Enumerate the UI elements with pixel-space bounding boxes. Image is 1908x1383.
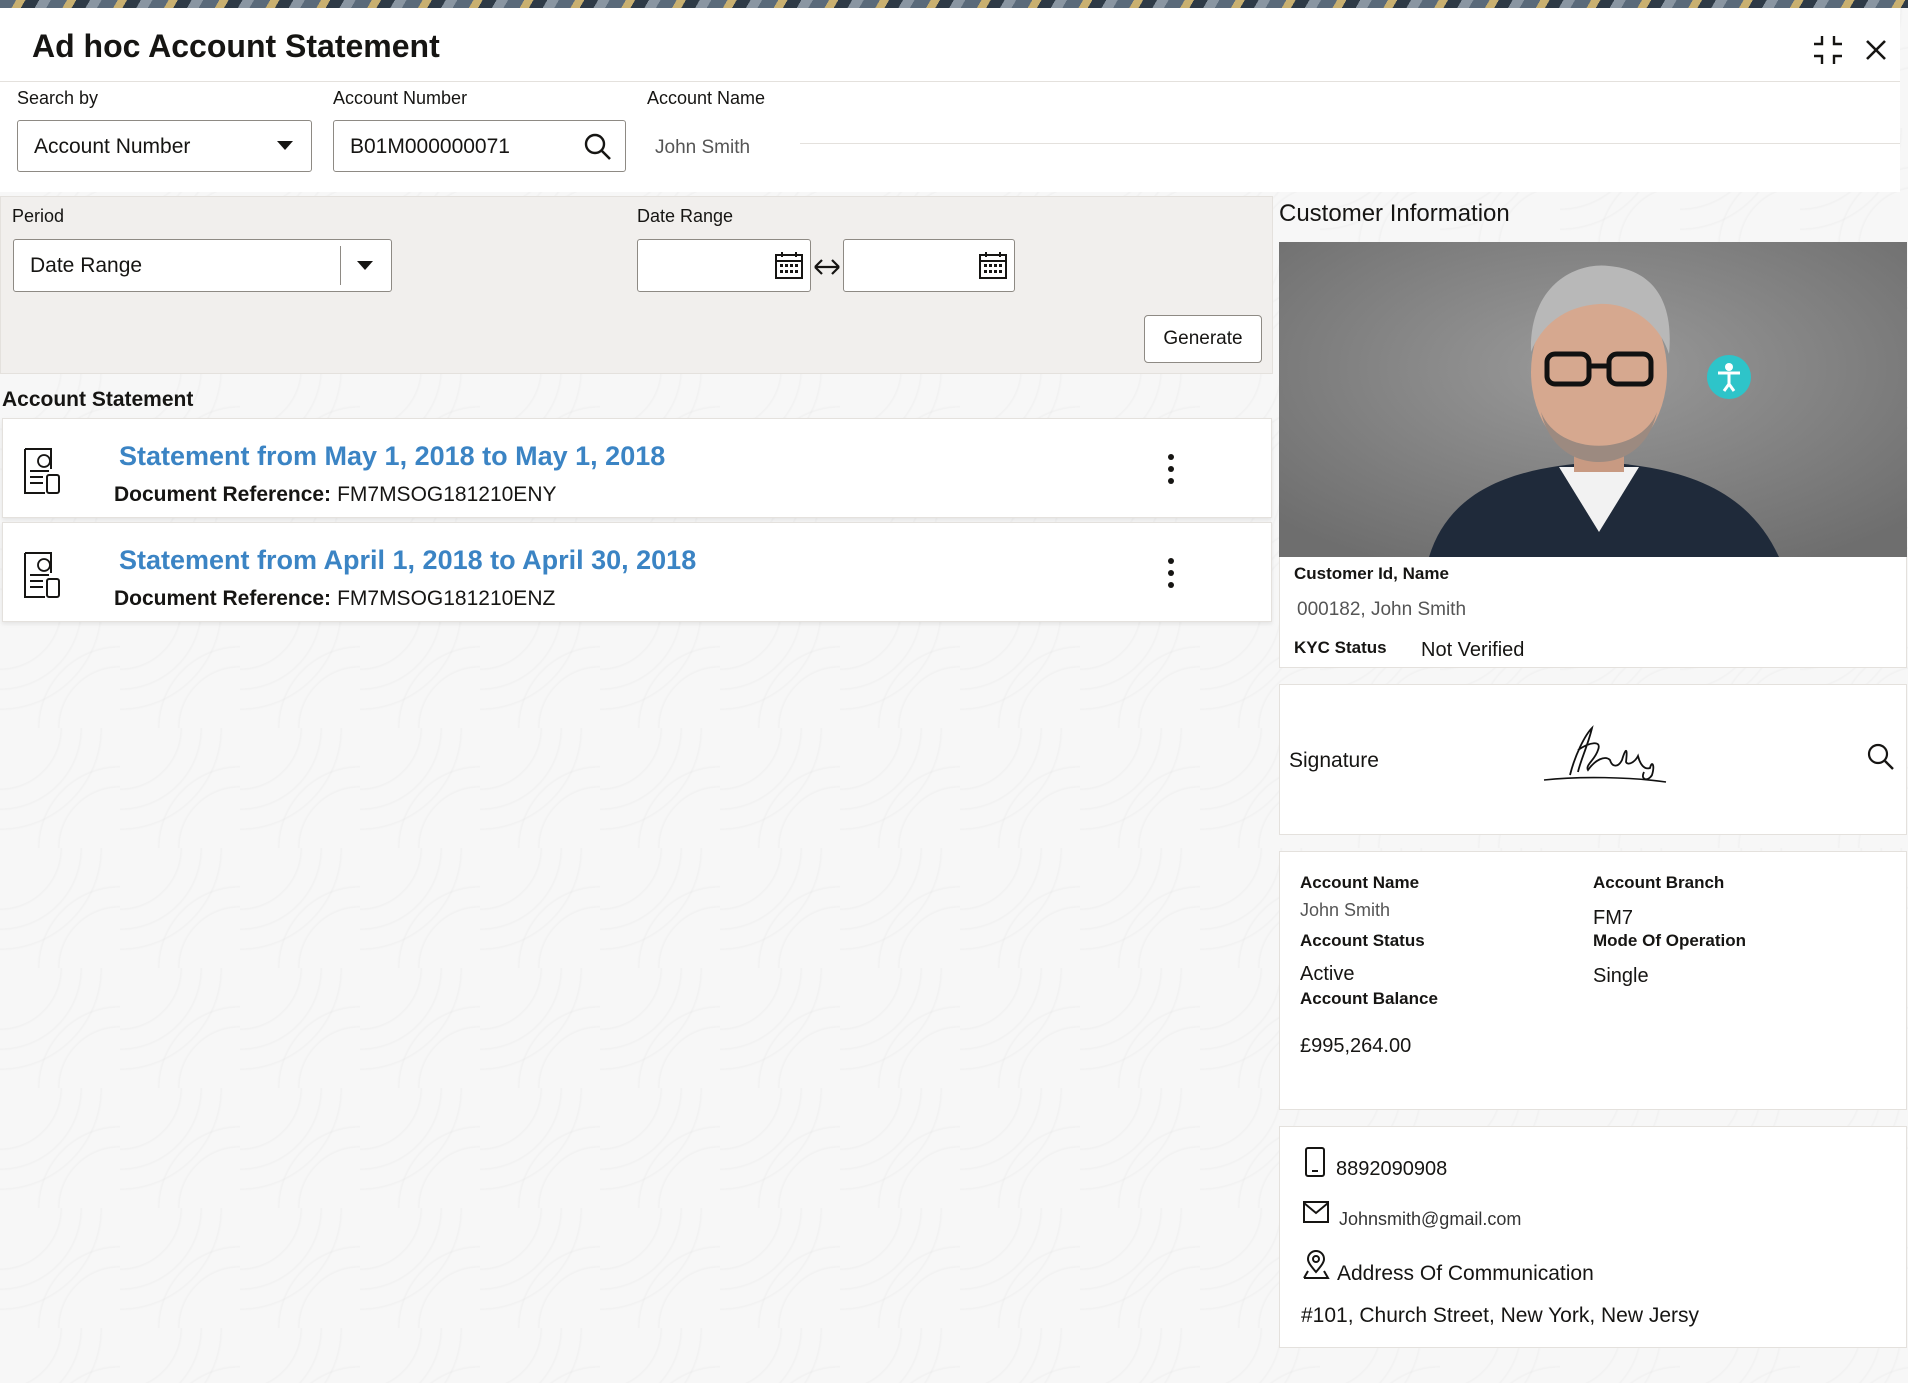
mode-of-operation-label: Mode Of Operation [1593,931,1746,950]
close-icon[interactable] [1858,32,1894,68]
date-range-label: Date Range [637,206,734,226]
search-by-label: Search by [17,88,99,108]
statement-document-icon [24,448,60,494]
statement-document-icon [24,552,60,598]
account-number-label: Account Number [333,88,468,108]
account-name-value: John Smith [655,137,751,158]
email-icon [1303,1201,1329,1223]
period-label: Period [12,206,65,226]
calendar-icon[interactable] [978,250,1008,280]
accessibility-icon[interactable] [1706,354,1752,400]
range-arrow-icon [814,259,840,275]
period-select[interactable]: Date Range [13,239,392,292]
account-name-detail-label: Account Name [1300,873,1420,892]
to-date-input[interactable] [843,239,1015,292]
account-branch-value: FM7 [1593,907,1633,929]
doc-ref-label: Document Reference: [114,587,332,610]
customer-id-name-value: 000182, John Smith [1297,599,1467,620]
account-name-label: Account Name [647,88,766,108]
caret-down-icon [357,261,373,270]
mode-of-operation-value: Single [1593,965,1649,987]
customer-id-name-label: Customer Id, Name [1294,564,1449,583]
customer-portrait-image [1279,242,1907,557]
account-balance-label: Account Balance [1300,989,1438,1008]
account-balance-value: £995,264.00 [1300,1035,1412,1057]
phone-icon [1305,1147,1325,1177]
customer-photo [1279,242,1907,557]
document-reference: Document Reference: FM7MSOG181210ENZ [114,587,555,611]
kyc-status-label: KYC Status [1294,638,1387,657]
account-number-input[interactable]: B01M000000071 [333,120,626,172]
calendar-icon[interactable] [774,250,804,280]
statement-link[interactable]: Statement from April 1, 2018 to April 30… [119,545,696,576]
search-by-select[interactable]: Account Number [17,120,312,172]
doc-ref-value: FM7MSOG181210ENZ [337,587,556,610]
window-header: Ad hoc Account Statement [0,8,1900,82]
top-banner-strip [0,0,1908,8]
statement-link[interactable]: Statement from May 1, 2018 to May 1, 201… [119,441,665,472]
doc-ref-value: FM7MSOG181210ENY [337,483,557,506]
account-branch-label: Account Branch [1593,873,1725,892]
document-reference: Document Reference: FM7MSOG181210ENY [114,483,557,507]
address-value: #101, Church Street, New York, New Jersy [1301,1304,1700,1327]
search-by-value: Account Number [34,135,191,158]
email-value[interactable]: Johnsmith@gmail.com [1339,1209,1521,1230]
phone-value: 8892090908 [1336,1158,1448,1180]
account-status-label: Account Status [1300,931,1425,950]
statement-card: Statement from April 1, 2018 to April 30… [2,522,1272,622]
search-icon[interactable] [583,132,613,162]
statement-card: Statement from May 1, 2018 to May 1, 201… [2,418,1272,518]
divider [800,143,1900,144]
address-of-communication-label: Address Of Communication [1337,1262,1594,1285]
location-pin-icon [1303,1250,1330,1279]
from-date-input[interactable] [637,239,811,292]
kyc-status-value: Not Verified [1421,639,1525,661]
page-title: Ad hoc Account Statement [32,28,440,64]
period-value: Date Range [30,254,143,277]
more-options-icon[interactable] [1151,553,1191,593]
collapse-icon[interactable] [1810,32,1846,68]
account-number-value: B01M000000071 [350,135,510,158]
signature-image [1543,725,1667,783]
account-statement-title: Account Statement [2,388,194,411]
signature-label: Signature [1289,749,1379,772]
signature-zoom-icon[interactable] [1866,742,1896,772]
generate-button[interactable]: Generate [1144,315,1262,363]
account-name-detail-value: John Smith [1300,900,1391,920]
account-status-value: Active [1300,963,1355,985]
select-separator [340,246,341,285]
caret-down-icon [277,141,293,150]
doc-ref-label: Document Reference: [114,483,332,506]
more-options-icon[interactable] [1151,449,1191,489]
customer-information-title: Customer Information [1279,200,1510,227]
